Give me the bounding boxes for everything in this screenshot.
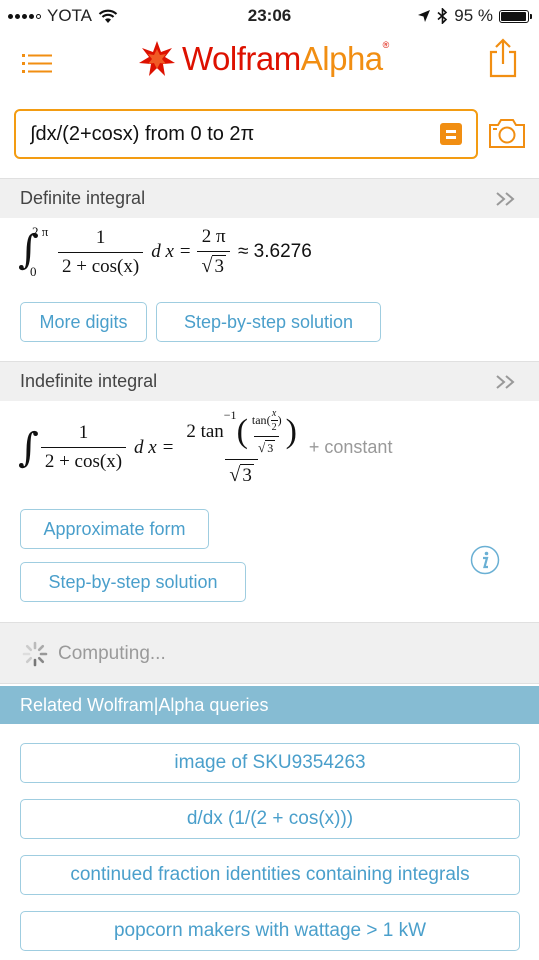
info-icon[interactable] [470, 545, 500, 575]
related-query-button[interactable]: d/dx (1/(2 + cos(x))) [20, 799, 520, 839]
integrand-numerator: 1 [95, 226, 106, 248]
search-box [14, 109, 478, 159]
menu-icon[interactable] [22, 52, 54, 76]
result-exponent: −1 [223, 408, 237, 422]
search-input[interactable] [30, 120, 430, 148]
pod-header-definite: Definite integral [0, 178, 539, 218]
related-query-button[interactable]: image of SKU9354263 [20, 743, 520, 783]
inner-two: 2 [270, 420, 278, 433]
battery-percent: 95 % [454, 6, 493, 25]
equals-keyboard-icon[interactable] [440, 123, 462, 145]
pod-title-definite: Definite integral [20, 188, 146, 208]
app-header: WolframAlpha® [0, 32, 539, 96]
indef-integrand-numerator: 1 [78, 422, 89, 443]
step-by-step-indefinite-button[interactable]: Step-by-step solution [20, 562, 246, 602]
lower-limit: 0 [30, 264, 37, 279]
indefinite-integral-formula: ∫ 1 2 + cos(x) d x = 2 tan −1 ( tan(x 2) √… [18, 408, 393, 486]
plus-constant: + constant [308, 437, 393, 457]
indef-dx-equals: d x = [134, 436, 175, 458]
computing-label: Computing... [58, 643, 166, 664]
outer-denominator-radicand: 3 [240, 464, 254, 486]
location-arrow-icon [418, 10, 431, 22]
camera-icon[interactable] [488, 116, 526, 150]
wolfram-alpha-logo[interactable]: WolframAlpha® [138, 40, 389, 78]
upper-limit: 2 π [32, 224, 49, 239]
inner-tan: tan [251, 413, 267, 427]
share-icon[interactable] [487, 38, 519, 78]
integrand-denominator: 2 + cos(x) [58, 251, 144, 278]
step-by-step-definite-button[interactable]: Step-by-step solution [156, 302, 381, 342]
computing-bar: Computing... [0, 622, 539, 684]
double-chevron-right-icon[interactable] [495, 191, 517, 207]
result-denominator-radicand: 3 [212, 255, 226, 277]
dx-equals: d x = [151, 241, 192, 262]
bluetooth-icon [437, 8, 448, 24]
logo-registered-mark: ® [382, 40, 390, 50]
related-queries-title: Related Wolfram|Alpha queries [20, 695, 269, 715]
pod-header-indefinite: Indefinite integral [0, 361, 539, 401]
approx-value: ≈ 3.6276 [237, 241, 312, 262]
pod-title-indefinite: Indefinite integral [20, 371, 158, 391]
logo-alpha-text: Alpha [300, 40, 383, 77]
more-digits-button[interactable]: More digits [20, 302, 147, 342]
definite-integral-formula: ∫ 2 π 0 1 2 + cos(x) d x = 2 π √ 3 ≈ 3.62… [18, 224, 312, 279]
related-query-button[interactable]: continued fraction identities containing… [20, 855, 520, 895]
inner-x: x [271, 408, 277, 419]
status-bar: YOTA 23:06 95 % [0, 0, 539, 32]
result-numerator: 2 π [201, 226, 226, 247]
status-right: 95 % [417, 6, 532, 26]
related-query-button[interactable]: popcorn makers with wattage > 1 kW [20, 911, 520, 951]
wolfram-spikey-logo-icon [139, 41, 175, 76]
double-chevron-right-icon[interactable] [495, 374, 517, 390]
indef-integrand-denominator: 2 + cos(x) [40, 447, 127, 473]
inner-denominator-radicand: 3 [265, 440, 276, 455]
loading-spinner-icon [22, 641, 48, 667]
result-coefficient: 2 tan [186, 421, 224, 442]
related-queries-header: Related Wolfram|Alpha queries [0, 686, 539, 724]
battery-icon [499, 9, 532, 23]
approximate-form-button[interactable]: Approximate form [20, 509, 209, 549]
logo-wolfram-text: Wolfram [182, 40, 301, 77]
